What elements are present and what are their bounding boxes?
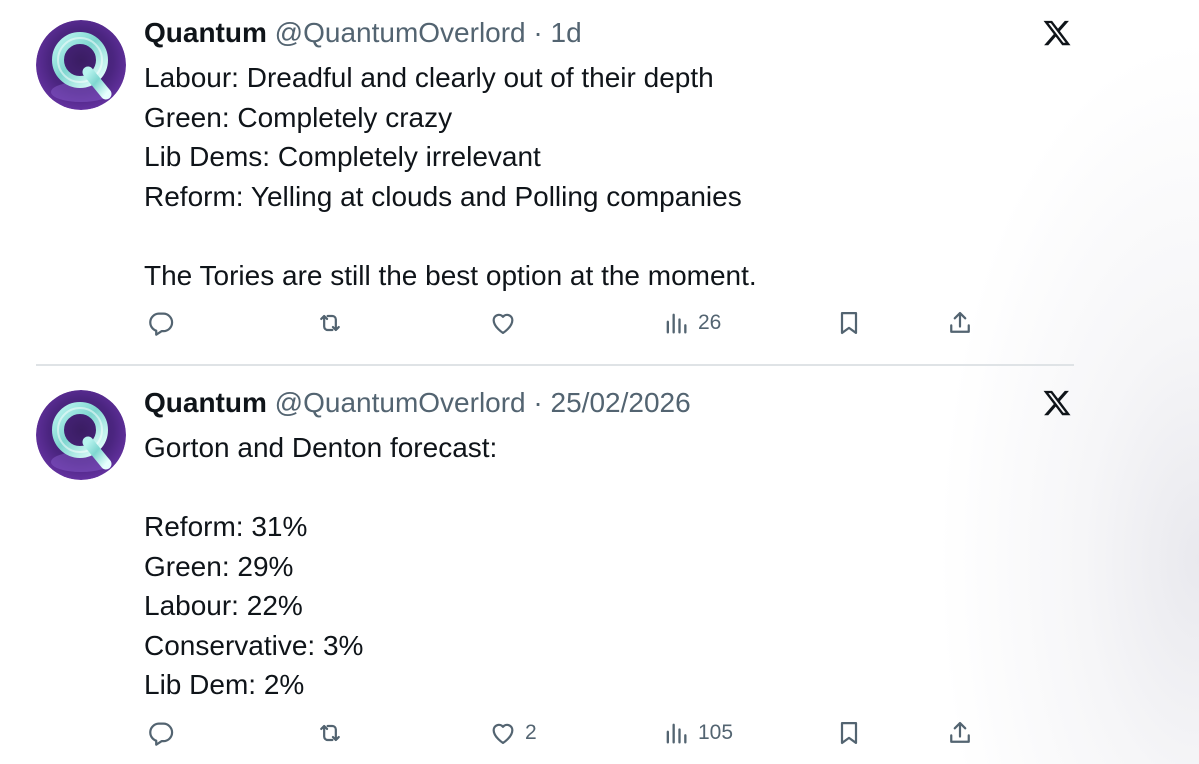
heart-icon xyxy=(489,719,517,747)
retweet-icon xyxy=(316,309,344,337)
timestamp[interactable]: 25/02/2026 xyxy=(551,387,691,418)
tweet-line xyxy=(144,468,497,508)
tweet-line: Lib Dems: Completely irrelevant xyxy=(144,141,541,172)
timestamp[interactable]: 1d xyxy=(551,17,582,48)
tweet-line xyxy=(144,216,757,256)
views-count: 105 xyxy=(698,721,734,744)
tweet-line: Labour: Dreadful and clearly out of thei… xyxy=(144,62,714,93)
views-count: 26 xyxy=(698,311,722,334)
bookmark-button[interactable] xyxy=(835,305,863,341)
separator-dot: · xyxy=(533,17,543,48)
reply-icon xyxy=(147,309,175,337)
bookmark-icon xyxy=(835,309,863,337)
like-button[interactable] xyxy=(489,305,525,341)
bookmark-button[interactable] xyxy=(835,715,863,751)
retweet-button[interactable] xyxy=(316,305,344,341)
share-button[interactable] xyxy=(946,305,974,341)
separator-dot: · xyxy=(533,387,543,418)
author-name[interactable]: Quantum xyxy=(144,387,267,418)
tweet[interactable]: Quantum @QuantumOverlord · 25/02/2026 Go… xyxy=(0,370,1100,764)
tweet[interactable]: Quantum @QuantumOverlord · 1d Labour: Dr… xyxy=(0,0,1100,366)
avatar[interactable] xyxy=(36,390,126,480)
tweet-line: Conservative: 3% xyxy=(144,629,364,661)
retweet-button[interactable] xyxy=(316,715,344,751)
views-button[interactable]: 105 xyxy=(662,715,733,751)
tweet-line: Gorton and Denton forecast: xyxy=(144,432,498,463)
reply-icon xyxy=(147,719,175,747)
share-button[interactable] xyxy=(946,715,974,751)
author-handle[interactable]: @QuantumOverlord xyxy=(275,387,526,418)
tweet-header: Quantum @QuantumOverlord · 25/02/2026 xyxy=(144,387,691,419)
tweet-line: Green: Completely crazy xyxy=(144,101,453,133)
tweet-divider xyxy=(36,364,1074,366)
reply-button[interactable] xyxy=(147,305,175,341)
tweet-line: Reform: 31% xyxy=(144,511,308,542)
views-icon xyxy=(662,309,690,337)
tweet-line: Labour: 22% xyxy=(144,590,303,621)
tweet-line: Lib Dem: 2% xyxy=(144,669,305,700)
tweet-text: Labour: Dreadful and clearly out of thei… xyxy=(144,58,757,295)
like-button[interactable]: 2 xyxy=(489,715,537,751)
avatar[interactable] xyxy=(36,20,126,110)
like-count: 2 xyxy=(525,721,537,744)
x-logo-icon xyxy=(1041,388,1073,418)
author-handle[interactable]: @QuantumOverlord xyxy=(275,17,526,48)
action-bar: 26 xyxy=(0,305,1100,341)
x-logo-icon xyxy=(1041,18,1073,48)
author-name[interactable]: Quantum xyxy=(144,17,267,48)
reply-button[interactable] xyxy=(147,715,175,751)
tweet-line: The Tories are still the best option at … xyxy=(144,259,757,291)
retweet-icon xyxy=(316,719,344,747)
share-icon xyxy=(946,719,974,747)
views-icon xyxy=(662,719,690,747)
tweet-header: Quantum @QuantumOverlord · 1d xyxy=(144,17,582,49)
tweet-text: Gorton and Denton forecast: Reform: 31% … xyxy=(144,428,497,705)
heart-icon xyxy=(489,309,517,337)
bookmark-icon xyxy=(835,719,863,747)
share-icon xyxy=(946,309,974,337)
tweet-line: Green: 29% xyxy=(144,550,294,582)
tweet-line: Reform: Yelling at clouds and Polling co… xyxy=(144,180,742,212)
views-button[interactable]: 26 xyxy=(662,305,721,341)
action-bar: 2 105 xyxy=(0,715,1100,751)
